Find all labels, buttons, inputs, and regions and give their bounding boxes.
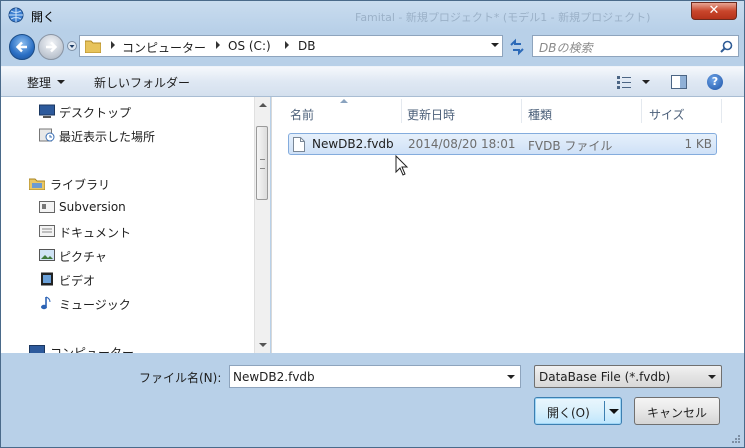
column-header-size[interactable]: サイズ — [649, 106, 685, 123]
sidebar-item-videos[interactable]: ビデオ — [1, 269, 251, 289]
sidebar-item-label: デスクトップ — [59, 106, 132, 120]
help-icon[interactable]: ? — [707, 74, 723, 90]
dialog-title: 開く — [31, 10, 56, 24]
breadcrumb-arrow-icon[interactable] — [285, 41, 289, 49]
documents-icon — [39, 225, 55, 237]
sidebar-item-label: Subversion — [59, 200, 126, 214]
library-folder-icon — [39, 201, 55, 213]
new-folder-button[interactable]: 新しいフォルダー — [94, 74, 190, 91]
column-header-type[interactable]: 種類 — [528, 106, 552, 123]
cancel-button[interactable]: キャンセル — [634, 397, 720, 425]
refresh-icon[interactable] — [506, 37, 528, 57]
navigation-pane-scrollbar[interactable] — [254, 97, 270, 353]
scroll-up-icon[interactable] — [259, 103, 267, 107]
file-row-selected[interactable]: NewDB2.fvdb 2014/08/20 18:01 FVDB ファイル 1… — [288, 133, 717, 155]
sidebar-item-music[interactable]: ミュージック — [1, 293, 251, 313]
sidebar-item-label: ミュージック — [59, 298, 131, 312]
scroll-down-icon[interactable] — [259, 343, 267, 347]
chevron-down-icon[interactable] — [57, 80, 65, 84]
title-bar[interactable]: 開く Famital - 新規プロジェクト* (モデル1 - 新規プロジェクト)… — [1, 1, 744, 31]
arrow-right-icon — [46, 41, 58, 53]
library-icon — [29, 178, 45, 190]
background-window-title: Famital - 新規プロジェクト* (モデル1 - 新規プロジェクト) — [355, 11, 651, 24]
sidebar-item-label: ビデオ — [59, 274, 96, 288]
split-divider — [604, 401, 605, 421]
cancel-button-label: キャンセル — [646, 406, 707, 420]
open-file-dialog: 開く Famital - 新規プロジェクト* (モデル1 - 新規プロジェクト)… — [0, 0, 745, 448]
file-list: 名前 更新日時 種類 サイズ NewDB2.fvdb 2014/08/20 18… — [271, 97, 744, 353]
globe-icon — [8, 7, 24, 23]
arrow-left-icon — [15, 41, 27, 53]
recent-places-icon — [39, 128, 55, 142]
open-button[interactable]: 開く(O) — [534, 397, 622, 425]
file-type: FVDB ファイル — [528, 139, 613, 153]
sidebar-item-documents[interactable]: ドキュメント — [1, 221, 251, 241]
filename-value: NewDB2.fvdb — [233, 370, 315, 384]
filetype-select[interactable]: DataBase File (*.fvdb) — [534, 365, 722, 388]
videos-icon — [41, 272, 53, 286]
search-input[interactable]: DBの検索 — [532, 35, 739, 57]
column-header-name[interactable]: 名前 — [290, 106, 314, 123]
breadcrumb-db[interactable]: DB — [298, 39, 315, 53]
grip-icon — [260, 159, 265, 169]
mouse-pointer-icon — [395, 155, 409, 176]
close-button[interactable]: ✕ — [691, 2, 737, 20]
scrollbar-thumb[interactable] — [256, 126, 268, 200]
organize-menu-button[interactable]: 整理 — [27, 74, 51, 91]
file-icon — [293, 137, 305, 152]
sidebar-item-label: ピクチャ — [59, 250, 107, 264]
column-headers: 名前 更新日時 種類 サイズ — [272, 97, 744, 125]
sidebar-item-label: コンピューター — [50, 346, 135, 353]
open-options-dropdown-icon[interactable] — [609, 409, 619, 414]
sidebar-item-recent-places[interactable]: 最近表示した場所 — [1, 125, 251, 145]
close-icon: ✕ — [708, 3, 720, 18]
sidebar-item-label: ドキュメント — [59, 226, 132, 240]
breadcrumb-computer[interactable]: コンピューター — [122, 39, 206, 56]
column-divider[interactable] — [721, 99, 722, 123]
view-options-icon[interactable] — [616, 75, 632, 89]
open-button-label: 開く(O) — [547, 406, 590, 420]
forward-button[interactable] — [38, 34, 64, 60]
column-divider[interactable] — [521, 99, 522, 123]
file-modified: 2014/08/20 18:01 — [408, 137, 516, 151]
breadcrumb-arrow-icon[interactable] — [216, 41, 220, 49]
column-header-modified[interactable]: 更新日時 — [407, 106, 455, 123]
sidebar-item-libraries[interactable]: ライブラリ — [1, 173, 251, 193]
filename-input[interactable]: NewDB2.fvdb — [229, 365, 521, 388]
navigation-bar: コンピューター OS (C:) DB DBの検索 — [1, 31, 744, 63]
navigation-pane: デスクトップ 最近表示した場所 ライブラリ Subversion ドキュメント … — [1, 97, 254, 353]
address-dropdown-icon[interactable] — [491, 43, 499, 47]
sidebar-item-desktop[interactable]: デスクトップ — [1, 101, 251, 121]
address-bar[interactable]: コンピューター OS (C:) DB — [79, 35, 503, 57]
command-bar: 整理 新しいフォルダー ? — [1, 66, 744, 97]
sidebar-item-label: ライブラリ — [50, 178, 111, 192]
back-button[interactable] — [9, 34, 35, 60]
music-icon — [41, 296, 51, 310]
sidebar-item-computer[interactable]: コンピューター — [1, 341, 251, 353]
file-name: NewDB2.fvdb — [312, 137, 394, 151]
computer-icon — [29, 345, 45, 353]
filename-label: ファイル名(N): — [139, 371, 222, 385]
recent-pages-dropdown-icon[interactable] — [67, 41, 77, 51]
breadcrumb-arrow-icon[interactable] — [111, 41, 115, 49]
sidebar-item-pictures[interactable]: ピクチャ — [1, 245, 251, 265]
filetype-value: DataBase File (*.fvdb) — [539, 370, 671, 384]
chevron-down-icon[interactable] — [507, 375, 515, 379]
sort-ascending-icon — [340, 99, 348, 103]
pictures-icon — [39, 249, 55, 261]
desktop-icon — [39, 104, 55, 118]
breadcrumb-drive[interactable]: OS (C:) — [228, 39, 271, 53]
column-divider[interactable] — [641, 99, 642, 123]
search-placeholder: DBの検索 — [539, 41, 593, 55]
sidebar-item-subversion[interactable]: Subversion — [1, 197, 251, 217]
search-icon[interactable] — [720, 40, 733, 53]
file-size: 1 KB — [684, 137, 712, 151]
chevron-down-icon — [708, 375, 716, 379]
resize-grip-icon[interactable] — [731, 434, 741, 444]
chevron-down-icon[interactable] — [642, 80, 650, 84]
column-divider[interactable] — [401, 99, 402, 123]
preview-pane-icon[interactable] — [671, 75, 687, 89]
sidebar-item-label: 最近表示した場所 — [59, 130, 156, 144]
folder-icon — [85, 40, 101, 53]
